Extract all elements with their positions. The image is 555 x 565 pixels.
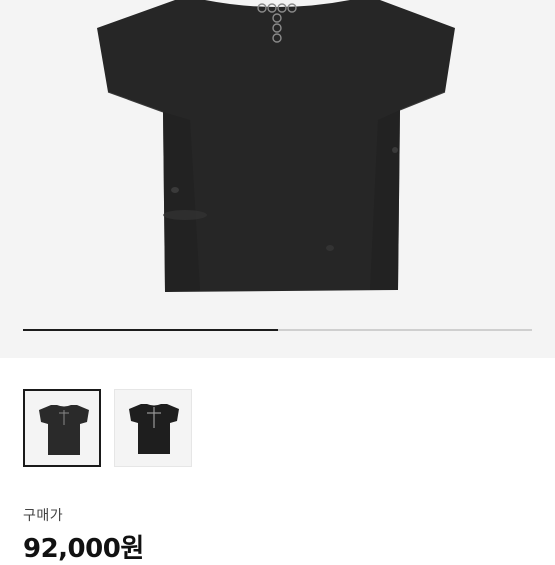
product-image-viewer[interactable]: [0, 0, 555, 358]
product-image: [97, 0, 455, 292]
price-label: 구매가: [23, 508, 64, 524]
thumbnail-2-image: [129, 404, 179, 454]
thumbnail-1-image: [39, 405, 89, 455]
gallery-progress-indicator: [23, 329, 278, 331]
thumbnail-2[interactable]: [114, 389, 192, 467]
price-value: 92,000원: [23, 534, 144, 564]
thumbnail-1[interactable]: [23, 389, 101, 467]
gallery-progress-track: [23, 329, 532, 331]
